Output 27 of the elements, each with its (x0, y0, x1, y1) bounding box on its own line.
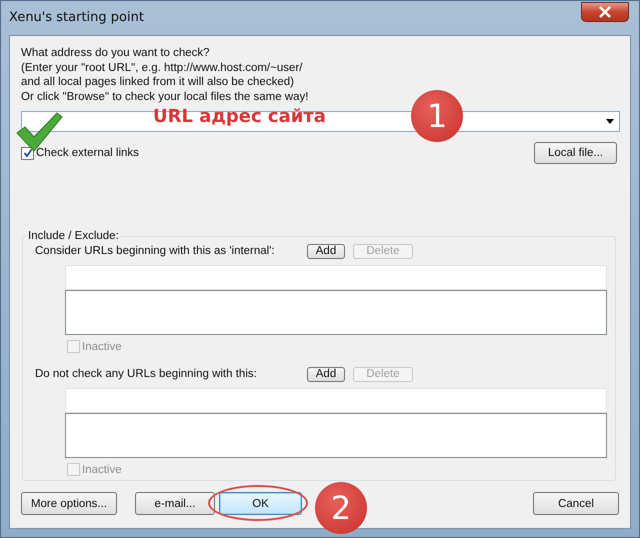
instruction-text: and all local pages linked from it will also be checked) (21, 75, 295, 90)
add-button[interactable]: Add (307, 366, 345, 382)
dialog-button[interactable]: e-mail... (135, 492, 215, 515)
section-label: Consider URLs beginning with this as 'internal': (35, 245, 276, 257)
close-button[interactable] (581, 2, 629, 22)
checkbox-label: Inactive (82, 464, 122, 476)
instruction-text: What address do you want to check? (21, 46, 211, 60)
url-input-field[interactable] (65, 388, 607, 413)
dialog-button[interactable]: More options... (21, 492, 117, 515)
instruction-text: Or click "Browse" to check your local files the same way! (21, 90, 310, 104)
local-file-button[interactable]: Local file... (534, 142, 617, 164)
checkbox-label: Check external links (36, 147, 139, 159)
add-button[interactable]: Add (307, 244, 345, 258)
dropdown-arrow-icon (606, 119, 614, 124)
url-input-field[interactable] (65, 265, 607, 290)
instruction-text: (Enter your "root URL", e.g. http://www.host.com/~user/ (21, 60, 304, 75)
annotation-text: URL адрес сайта (153, 106, 326, 127)
section-label: Do not check any URLs beginning with this: (35, 368, 258, 380)
group-title: Include / Exclude: (27, 230, 120, 242)
window-title: Xenu's starting point (9, 10, 144, 24)
url-listbox[interactable] (65, 290, 607, 335)
checkbox[interactable] (21, 146, 34, 160)
url-listbox[interactable] (65, 413, 607, 458)
dialog-button[interactable]: Cancel (533, 492, 619, 515)
checkbox-label: Inactive (82, 340, 122, 352)
close-icon (598, 6, 612, 18)
dialog-button[interactable]: OK (219, 492, 302, 515)
